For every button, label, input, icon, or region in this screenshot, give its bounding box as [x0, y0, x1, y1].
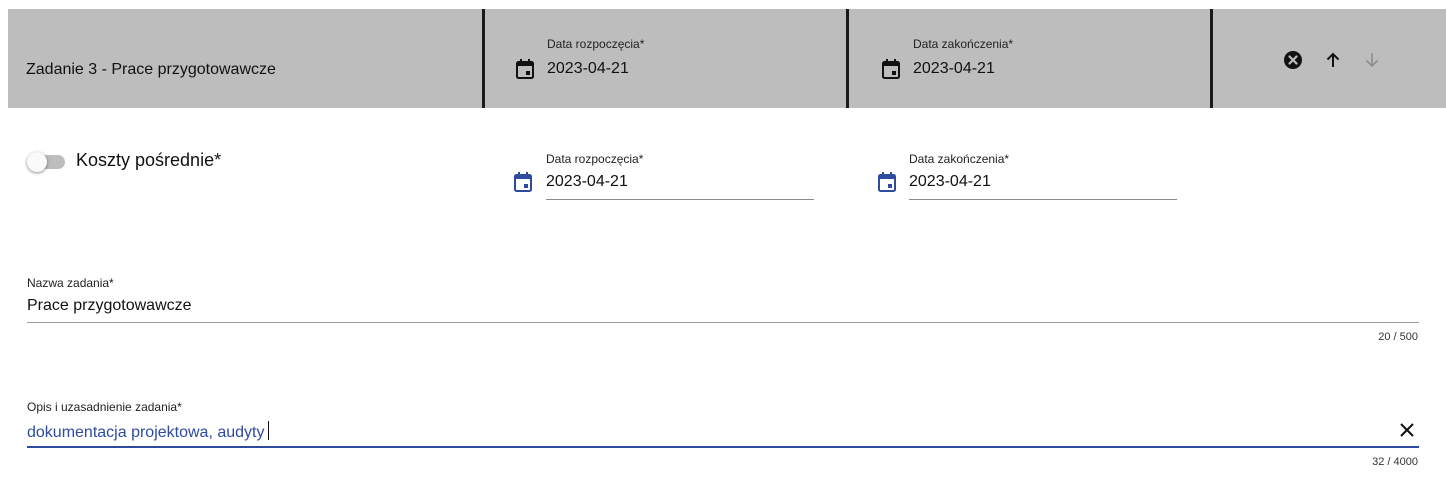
task-name-field[interactable]: Nazwa zadania* Prace przygotowawcze — [27, 276, 1419, 323]
start-date-label: Data rozpoczęcia* — [546, 152, 644, 166]
calendar-icon[interactable] — [878, 172, 896, 192]
remove-circle-icon — [1284, 51, 1302, 69]
header-start-date-label: Data rozpoczęcia* — [547, 37, 645, 51]
description-field[interactable]: Opis i uzasadnienie zadania* dokumentacj… — [27, 400, 1419, 448]
task-actions — [1210, 9, 1446, 108]
header-end-date-value: 2023-04-21 — [913, 60, 995, 77]
task-title: Zadanie 3 - Prace przygotowawcze — [26, 61, 276, 78]
end-date-input[interactable]: 2023-04-21 — [909, 173, 991, 191]
description-text: dokumentacja projektowa, audyty — [27, 424, 265, 441]
field-underline — [546, 199, 814, 200]
indirect-costs-toggle[interactable] — [27, 152, 67, 172]
header-start-date: Data rozpoczęcia* 2023-04-21 — [482, 9, 846, 108]
task-header-title-cell: Zadanie 3 - Prace przygotowawcze — [8, 9, 482, 108]
header-end-date-label: Data zakończenia* — [913, 37, 1014, 51]
task-name-counter: 20 / 500 — [1378, 331, 1418, 343]
end-date-field[interactable]: Data zakończenia* 2023-04-21 — [909, 152, 1177, 200]
move-up-button[interactable] — [1320, 47, 1346, 73]
description-input[interactable]: dokumentacja projektowa, audyty — [27, 421, 270, 442]
task-name-label: Nazwa zadania* — [27, 276, 114, 290]
start-date-field[interactable]: Data rozpoczęcia* 2023-04-21 — [546, 152, 814, 200]
description-counter: 32 / 4000 — [1372, 456, 1418, 468]
move-down-button[interactable] — [1359, 47, 1385, 73]
indirect-costs-label: Koszty pośrednie* — [76, 150, 222, 170]
description-label: Opis i uzasadnienie zadania* — [27, 400, 182, 414]
arrow-down-icon — [1365, 53, 1379, 68]
header-end-date: Data zakończenia* 2023-04-21 — [846, 9, 1210, 108]
field-underline — [27, 322, 1419, 323]
toggle-thumb — [27, 152, 47, 172]
arrow-up-icon — [1326, 52, 1340, 67]
field-underline-active — [27, 446, 1419, 448]
end-date-label: Data zakończenia* — [909, 152, 1010, 166]
field-underline — [909, 199, 1177, 200]
clear-description-button[interactable] — [1396, 419, 1418, 441]
task-name-input[interactable]: Prace przygotowawcze — [27, 297, 192, 315]
header-start-date-value: 2023-04-21 — [547, 60, 629, 77]
task-header: Zadanie 3 - Prace przygotowawcze Data ro… — [8, 9, 1446, 108]
calendar-icon — [516, 59, 534, 79]
calendar-icon — [882, 59, 900, 79]
text-caret — [268, 421, 270, 440]
close-icon — [1400, 423, 1414, 437]
remove-task-button[interactable] — [1280, 47, 1306, 73]
calendar-icon[interactable] — [514, 172, 532, 192]
start-date-input[interactable]: 2023-04-21 — [546, 173, 628, 191]
